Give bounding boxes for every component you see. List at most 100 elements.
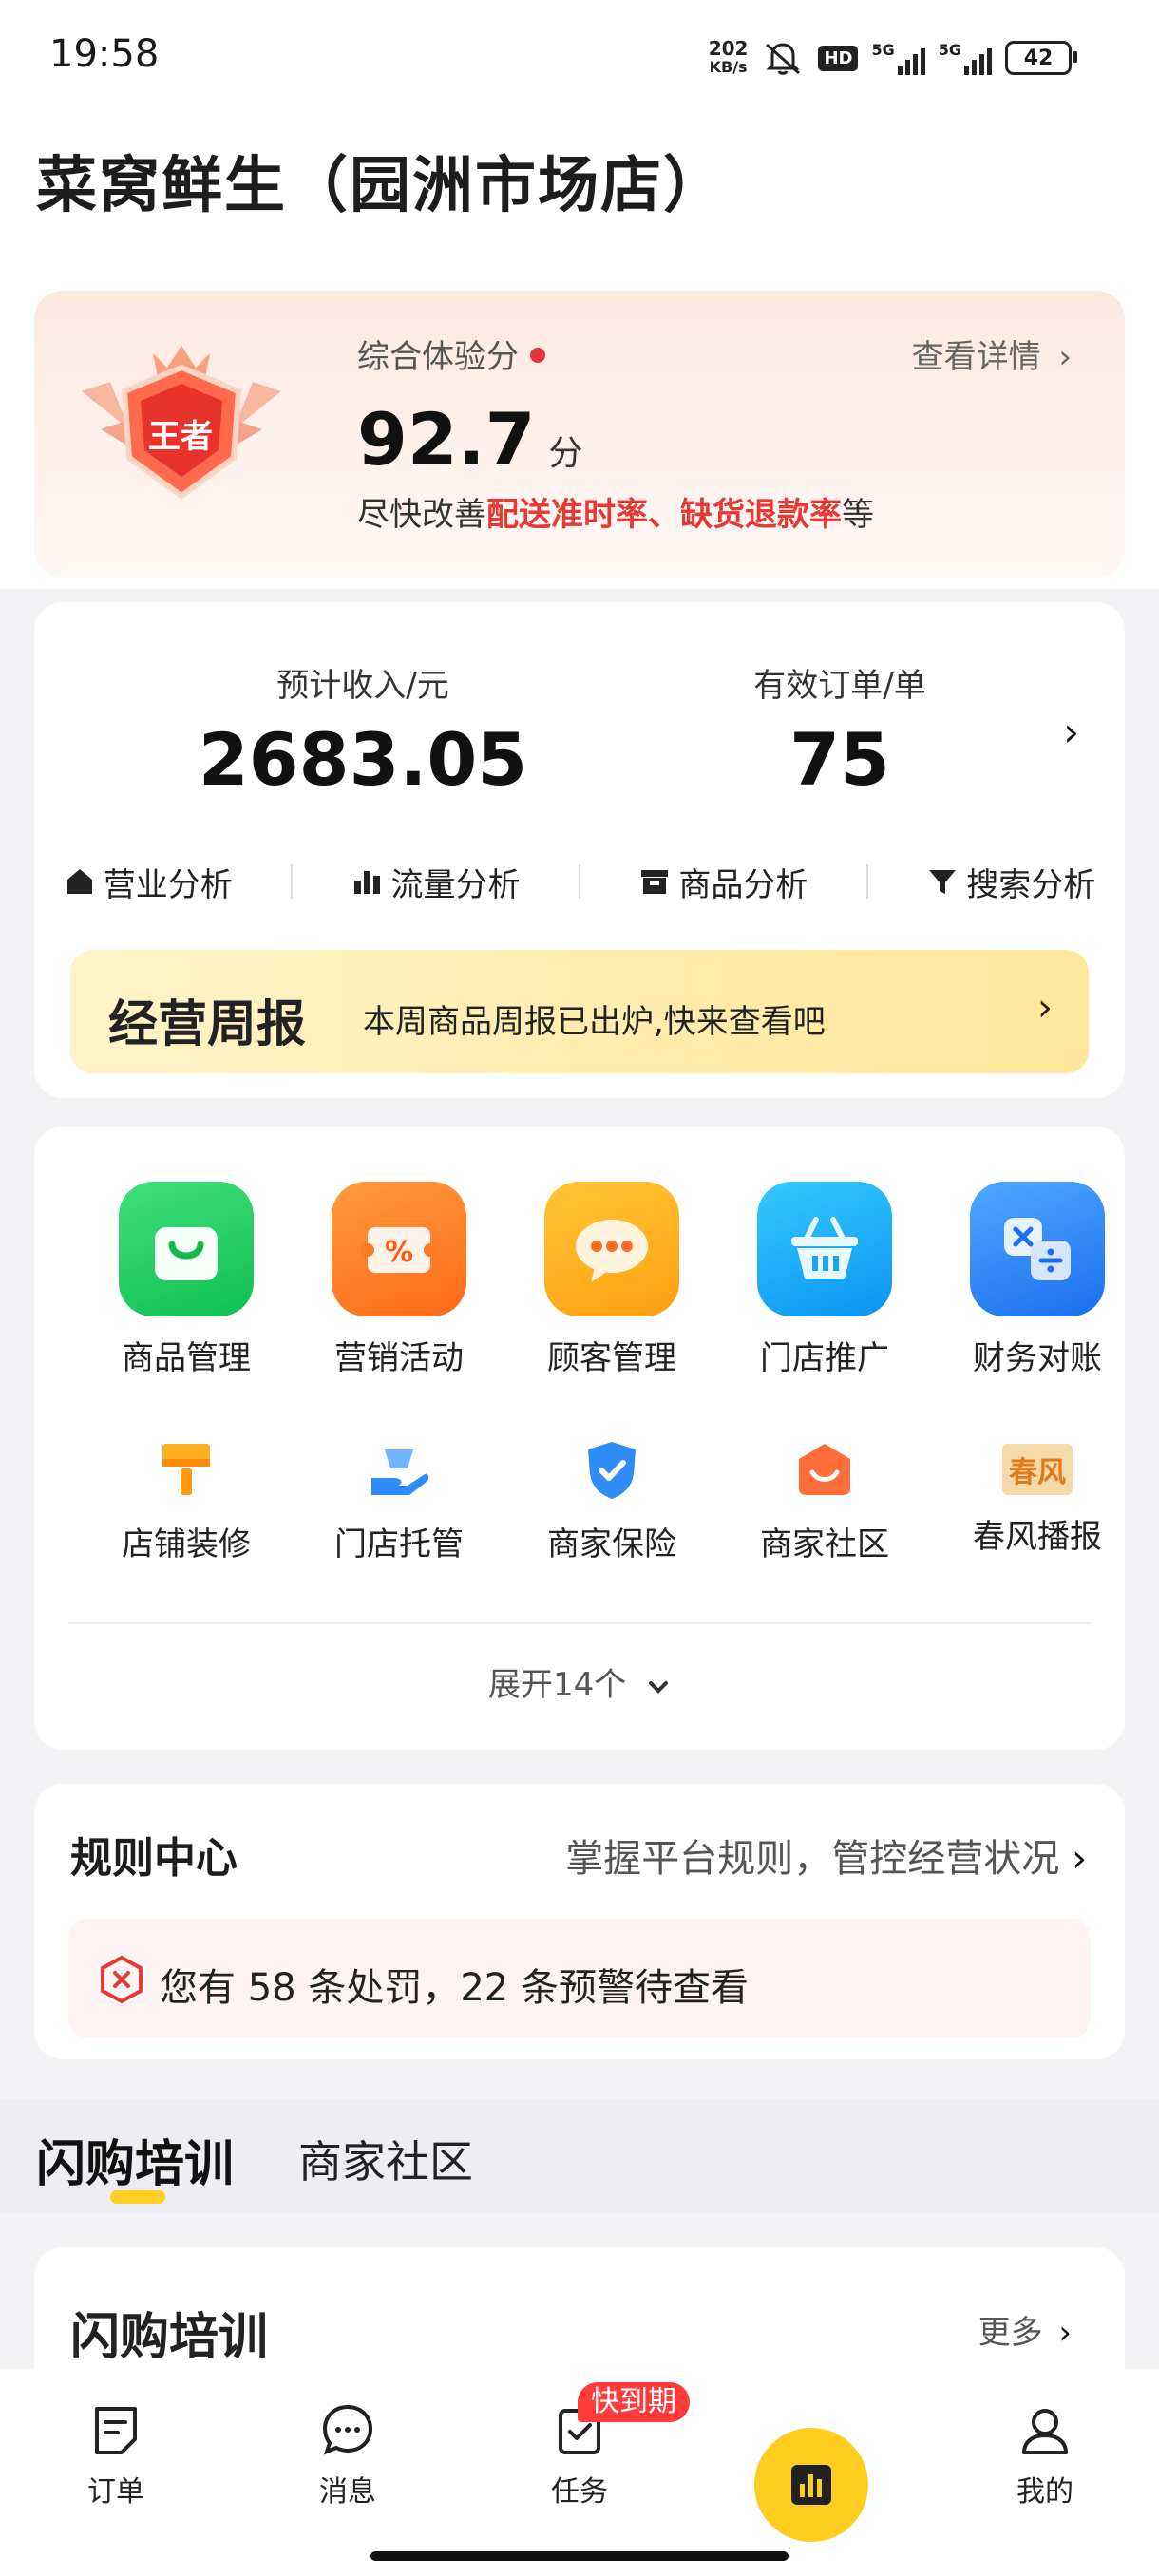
tool-finance-reconciliation[interactable]: 财务对账 xyxy=(931,1182,1144,1378)
rules-link[interactable]: 掌握平台规则，管控经营状况 › xyxy=(565,1828,1087,1883)
tool-label: 门店推广 xyxy=(760,1339,889,1377)
box-icon xyxy=(641,870,669,894)
orders-stat[interactable]: 有效订单/单 75 xyxy=(640,659,1039,802)
chat-stars-icon xyxy=(544,1182,679,1316)
score-tip-prefix: 尽快改善 xyxy=(357,496,486,534)
battery-level: 42 xyxy=(1023,46,1054,70)
tool-marketing[interactable]: % 营销活动 xyxy=(293,1182,505,1378)
rules-center-card: 规则中心 掌握平台规则，管控经营状况 › 您有 58 条处罚，22 条预警待查看 xyxy=(34,1784,1125,2059)
notification-dot xyxy=(530,347,545,363)
nav-dashboard-button[interactable] xyxy=(754,2428,868,2542)
tool-spring-broadcast[interactable]: 春风 春风播报 xyxy=(931,1436,1144,1557)
tool-merchant-community[interactable]: 商家社区 xyxy=(718,1436,931,1564)
nav-label: 订单 xyxy=(87,2475,144,2509)
tool-label: 商品管理 xyxy=(122,1339,251,1377)
bottom-navigation: 订单 消息 任务 快到期 我的 xyxy=(0,2369,1159,2576)
community-icon xyxy=(791,1436,858,1503)
tools-card: 商品管理 % 营销活动 顾客管理 门店推广 财务对账 店铺装修 门店托管 商家保… xyxy=(34,1127,1125,1750)
search-analysis-link[interactable]: 搜索分析 xyxy=(926,859,1095,905)
traffic-analysis-label: 流量分析 xyxy=(390,865,521,904)
tool-store-hosting[interactable]: 门店托管 xyxy=(293,1436,505,1564)
score-tip: 尽快改善配送准时率、缺货退款率等 xyxy=(357,488,874,535)
penalty-alert-text: 您有 58 条处罚，22 条预警待查看 xyxy=(160,1966,749,2010)
net-speed-value: 202 xyxy=(708,37,749,60)
tool-shop-decoration[interactable]: 店铺装修 xyxy=(80,1436,293,1564)
training-title: 闪购培训 xyxy=(70,2309,269,2366)
income-stat[interactable]: 预计收入/元 2683.05 xyxy=(163,659,562,802)
funnel-icon xyxy=(929,870,957,894)
business-analysis-label: 营业分析 xyxy=(103,865,233,904)
coupon-icon: % xyxy=(332,1182,466,1316)
nav-messages[interactable]: 消息 xyxy=(291,2401,405,2510)
view-details-link[interactable]: 查看详情 › xyxy=(912,331,1072,377)
mute-bell-icon xyxy=(766,43,801,75)
rules-title: 规则中心 xyxy=(70,1834,238,1883)
dashboard-icon xyxy=(791,2465,831,2505)
revenue-card: 预计收入/元 2683.05 有效订单/单 75 › 营业分析 流量分析 商品分… xyxy=(34,602,1125,1098)
nav-orders[interactable]: 订单 xyxy=(59,2401,173,2510)
income-value: 2683.05 xyxy=(198,717,528,802)
tool-label: 春风播报 xyxy=(973,1518,1102,1556)
tab-merchant-community[interactable]: 商家社区 xyxy=(298,2128,473,2190)
divider xyxy=(865,864,868,899)
expand-label: 展开14个 xyxy=(487,1666,627,1704)
product-analysis-label: 商品分析 xyxy=(678,865,808,904)
score-label-text: 综合体验分 xyxy=(357,338,519,376)
warning-hexagon-icon xyxy=(101,1955,142,2004)
view-details-label: 查看详情 xyxy=(911,338,1041,376)
traffic-analysis-link[interactable]: 流量分析 xyxy=(352,859,521,905)
tool-label: 商家保险 xyxy=(547,1525,676,1563)
expand-tools-button[interactable]: 展开14个 xyxy=(34,1658,1125,1705)
message-icon xyxy=(322,2404,373,2455)
score-unit: 分 xyxy=(548,434,583,473)
rules-link-label: 掌握平台规则，管控经营状况 xyxy=(565,1837,1060,1881)
nav-label: 消息 xyxy=(319,2475,376,2509)
shopping-bag-icon xyxy=(119,1182,254,1316)
tool-customer-management[interactable]: 顾客管理 xyxy=(505,1182,718,1378)
chevron-down-icon xyxy=(649,1680,669,1694)
score-tip-highlight: 配送准时率、缺货退款率 xyxy=(486,496,842,534)
shield-icon xyxy=(579,1436,645,1503)
spring-news-icon: 春风 xyxy=(1002,1444,1073,1495)
score-number: 92.7 xyxy=(357,397,536,482)
penalty-alert[interactable]: 您有 58 条处罚，22 条预警待查看 xyxy=(68,1919,1091,2038)
divider xyxy=(291,864,294,899)
tool-label: 财务对账 xyxy=(973,1339,1102,1377)
tool-store-promotion[interactable]: 门店推广 xyxy=(718,1182,931,1378)
order-icon xyxy=(95,2407,137,2454)
training-more-label: 更多 xyxy=(978,2314,1043,2352)
tool-label: 门店托管 xyxy=(334,1525,464,1563)
hd-icon: HD xyxy=(818,45,859,71)
training-more-link[interactable]: 更多 › xyxy=(978,2306,1072,2353)
tool-label: 营销活动 xyxy=(334,1339,464,1377)
weekly-report-title: 经营周报 xyxy=(108,996,307,1053)
chevron-right-icon: › xyxy=(1058,2314,1072,2352)
tool-product-management[interactable]: 商品管理 xyxy=(80,1182,293,1378)
tool-merchant-insurance[interactable]: 商家保险 xyxy=(505,1436,718,1564)
home-indicator[interactable] xyxy=(370,2551,788,2561)
task-expiring-badge: 快到期 xyxy=(578,2382,690,2422)
badge-text: 王者 xyxy=(148,418,213,456)
chevron-right-icon: › xyxy=(1072,1837,1087,1881)
calculator-icon xyxy=(970,1182,1105,1316)
orders-label: 有效订单/单 xyxy=(753,667,926,705)
content-tabs: 闪购培训 商家社区 xyxy=(0,2099,1159,2213)
product-analysis-link[interactable]: 商品分析 xyxy=(638,859,808,905)
income-label: 预计收入/元 xyxy=(276,667,449,705)
experience-score-card[interactable]: 王者 综合体验分 查看详情 › 92.7 分 尽快改善配送准时率、缺货退款率等 xyxy=(34,291,1125,578)
nav-label: 任务 xyxy=(551,2475,608,2509)
net-speed-unit: KB/s xyxy=(709,58,748,76)
tab-flash-training[interactable]: 闪购培训 xyxy=(36,2124,234,2195)
business-analysis-link[interactable]: 营业分析 xyxy=(64,859,233,905)
chevron-right-icon: › xyxy=(1037,986,1053,1030)
signal-icon-2: 5G xyxy=(939,41,992,75)
signal-1-label: 5G xyxy=(871,41,895,59)
revenue-chevron-right-icon[interactable]: › xyxy=(1063,709,1079,755)
tool-label: 店铺装修 xyxy=(122,1525,251,1563)
weekly-report-banner[interactable]: 经营周报 本周商品周报已出炉,快来查看吧 › xyxy=(70,950,1089,1073)
status-icons: 202 KB/s HD 5G 5G 42 xyxy=(708,34,1077,82)
tool-label: 商家社区 xyxy=(760,1525,889,1563)
orders-value: 75 xyxy=(789,717,890,802)
weekly-report-subtitle: 本周商品周报已出炉,快来查看吧 xyxy=(363,1003,826,1041)
nav-profile[interactable]: 我的 xyxy=(988,2401,1102,2510)
